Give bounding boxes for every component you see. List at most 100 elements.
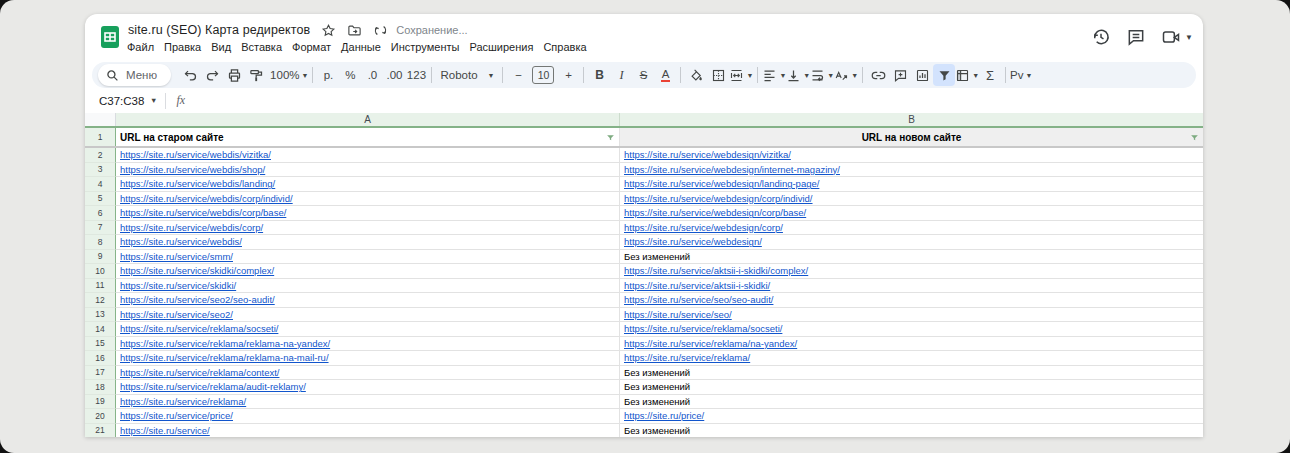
row-number[interactable]: 6 bbox=[85, 206, 116, 221]
cell-new-url[interactable]: https://site.ru/service/webdesign/corp/ bbox=[620, 221, 1203, 236]
cell-new-url[interactable]: https://site.ru/service/seo/seo-audit/ bbox=[620, 293, 1203, 308]
old-url-link[interactable]: https://site.ru/service/smm/ bbox=[120, 251, 233, 262]
old-url-link[interactable]: https://site.ru/service/skidki/complex/ bbox=[120, 265, 274, 276]
cell-new-url[interactable]: https://site.ru/service/webdesign/corp/b… bbox=[620, 206, 1203, 221]
merge-cells-button[interactable]: ▼ bbox=[729, 64, 753, 86]
cell-new-url[interactable]: https://site.ru/service/reklama/socseti/ bbox=[620, 322, 1203, 337]
cell-new-url[interactable]: https://site.ru/service/seo/ bbox=[620, 308, 1203, 323]
version-history-icon[interactable] bbox=[1091, 27, 1111, 47]
vertical-align-button[interactable]: ▼ bbox=[786, 64, 810, 86]
row-number[interactable]: 13 bbox=[85, 308, 116, 323]
cell-old-url[interactable]: https://site.ru/service/reklama/reklama-… bbox=[116, 351, 620, 366]
cell-old-url[interactable]: https://site.ru/service/reklama/reklama-… bbox=[116, 337, 620, 352]
cell-old-url[interactable]: https://site.ru/service/seo2/ bbox=[116, 308, 620, 323]
cell-new-url[interactable]: https://site.ru/service/aktsii-i-skidki/ bbox=[620, 279, 1203, 294]
row-number[interactable]: 11 bbox=[85, 279, 116, 294]
row-number[interactable]: 7 bbox=[85, 221, 116, 236]
cell-old-url[interactable]: https://site.ru/service/seo2/seo-audit/ bbox=[116, 293, 620, 308]
meet-video-icon[interactable]: ▼ bbox=[1161, 27, 1193, 47]
new-url-link[interactable]: https://site.ru/service/reklama/na-yande… bbox=[624, 338, 797, 349]
insert-chart-button[interactable] bbox=[911, 64, 933, 86]
increase-decimal-button[interactable]: .00 bbox=[383, 64, 405, 86]
cell-old-url[interactable]: https://site.ru/service/price/ bbox=[116, 409, 620, 424]
row-number[interactable]: 1 bbox=[85, 128, 116, 146]
cell-new-url[interactable]: Без изменений bbox=[620, 366, 1203, 381]
row-number[interactable]: 21 bbox=[85, 424, 116, 438]
filter-funnel-icon[interactable] bbox=[1190, 133, 1199, 142]
google-sheets-logo[interactable] bbox=[98, 25, 122, 49]
new-url-link[interactable]: https://site.ru/service/aktsii-i-skidki/… bbox=[624, 265, 808, 276]
menu-7[interactable]: Расширения bbox=[464, 38, 538, 56]
more-formats-button[interactable]: 123 bbox=[405, 64, 427, 86]
old-url-link[interactable]: https://site.ru/service/webdis/corp/base… bbox=[120, 207, 286, 218]
borders-button[interactable] bbox=[707, 64, 729, 86]
row-number[interactable]: 8 bbox=[85, 235, 116, 250]
old-url-link[interactable]: https://site.ru/service/skidki/ bbox=[120, 280, 236, 291]
menu-3[interactable]: Вставка bbox=[236, 38, 287, 56]
old-url-link[interactable]: https://site.ru/service/price/ bbox=[120, 410, 233, 421]
cell-old-url[interactable]: https://site.ru/service/webdis/shop/ bbox=[116, 163, 620, 178]
old-url-link[interactable]: https://site.ru/service/reklama/context/ bbox=[120, 367, 279, 378]
row-number[interactable]: 9 bbox=[85, 250, 116, 265]
old-url-link[interactable]: https://site.ru/service/reklama/ bbox=[120, 396, 246, 407]
row-number[interactable]: 3 bbox=[85, 163, 116, 178]
strikethrough-button[interactable]: S bbox=[632, 64, 654, 86]
row-number[interactable]: 16 bbox=[85, 351, 116, 366]
old-url-link[interactable]: https://site.ru/service/reklama/reklama-… bbox=[120, 338, 330, 349]
name-box-caret-icon[interactable]: ▼ bbox=[150, 96, 157, 105]
name-box[interactable]: C37:C38 bbox=[99, 95, 146, 107]
row-number[interactable]: 19 bbox=[85, 395, 116, 410]
old-url-link[interactable]: https://site.ru/service/reklama/reklama-… bbox=[120, 352, 329, 363]
row-number[interactable]: 5 bbox=[85, 192, 116, 207]
row-number[interactable]: 14 bbox=[85, 322, 116, 337]
row-number[interactable]: 10 bbox=[85, 264, 116, 279]
toolbar-search-menu[interactable]: Меню bbox=[98, 64, 171, 86]
cell-old-url[interactable]: https://site.ru/service/webdis/corp/indi… bbox=[116, 192, 620, 207]
cell-old-url[interactable]: https://site.ru/service/webdis/vizitka/ bbox=[116, 148, 620, 163]
filter-button[interactable] bbox=[933, 64, 955, 86]
new-url-link[interactable]: https://site.ru/price/ bbox=[624, 410, 704, 421]
menu-5[interactable]: Данные bbox=[336, 38, 386, 56]
cell-old-url[interactable]: https://site.ru/service/reklama/context/ bbox=[116, 366, 620, 381]
cell-new-url[interactable]: Без изменений bbox=[620, 380, 1203, 395]
old-url-link[interactable]: https://site.ru/service/webdis/shop/ bbox=[120, 164, 265, 175]
cell-new-url[interactable]: https://site.ru/service/reklama/ bbox=[620, 351, 1203, 366]
cell-old-url[interactable]: https://site.ru/service/webdis/ bbox=[116, 235, 620, 250]
cell-new-url[interactable]: https://site.ru/service/aktsii-i-skidki/… bbox=[620, 264, 1203, 279]
cell-new-url[interactable]: Без изменений bbox=[620, 395, 1203, 410]
cell-new-url[interactable]: Без изменений bbox=[620, 424, 1203, 438]
increase-font-size-button[interactable]: + bbox=[557, 64, 579, 86]
menu-0[interactable]: Файл bbox=[122, 38, 159, 56]
cell-old-url[interactable]: https://site.ru/service/skidki/complex/ bbox=[116, 264, 620, 279]
menu-8[interactable]: Справка bbox=[538, 38, 591, 56]
text-wrap-button[interactable]: ▼ bbox=[810, 64, 834, 86]
cell-old-url[interactable]: https://site.ru/service/reklama/audit-re… bbox=[116, 380, 620, 395]
cell-old-url[interactable]: https://site.ru/service/smm/ bbox=[116, 250, 620, 265]
filter-funnel-icon[interactable] bbox=[606, 133, 615, 142]
cell-old-url[interactable]: https://site.ru/service/reklama/socseti/ bbox=[116, 322, 620, 337]
star-icon[interactable] bbox=[321, 23, 336, 38]
new-url-link[interactable]: https://site.ru/service/seo/seo-audit/ bbox=[624, 294, 773, 305]
row-number[interactable]: 17 bbox=[85, 366, 116, 381]
new-url-link[interactable]: https://site.ru/service/webdesign/landin… bbox=[624, 178, 819, 189]
document-title[interactable]: site.ru (SEO) Карта редиректов bbox=[128, 23, 310, 37]
old-url-link[interactable]: https://site.ru/service/reklama/audit-re… bbox=[120, 381, 306, 392]
old-url-link[interactable]: https://site.ru/service/webdis/ bbox=[120, 236, 242, 247]
redo-button[interactable] bbox=[201, 64, 223, 86]
old-url-link[interactable]: https://site.ru/service/webdis/corp/ bbox=[120, 222, 263, 233]
decrease-font-size-button[interactable]: − bbox=[507, 64, 529, 86]
cell-new-url[interactable]: https://site.ru/price/ bbox=[620, 409, 1203, 424]
print-button[interactable] bbox=[223, 64, 245, 86]
horizontal-align-button[interactable]: ▼ bbox=[762, 64, 786, 86]
cell-new-url[interactable]: Без изменений bbox=[620, 250, 1203, 265]
old-url-link[interactable]: https://site.ru/service/ bbox=[120, 425, 210, 436]
move-folder-icon[interactable] bbox=[347, 23, 362, 38]
old-url-link[interactable]: https://site.ru/service/seo2/ bbox=[120, 309, 233, 320]
font-family-select[interactable]: Roboto▼ bbox=[436, 64, 498, 86]
cell-old-url[interactable]: https://site.ru/service/webdis/corp/base… bbox=[116, 206, 620, 221]
header-cell-old-url[interactable]: URL на старом сайте bbox=[116, 128, 620, 146]
cell-new-url[interactable]: https://site.ru/service/reklama/na-yande… bbox=[620, 337, 1203, 352]
old-url-link[interactable]: https://site.ru/service/webdis/landing/ bbox=[120, 178, 275, 189]
row-number[interactable]: 18 bbox=[85, 380, 116, 395]
row-number[interactable]: 20 bbox=[85, 409, 116, 424]
